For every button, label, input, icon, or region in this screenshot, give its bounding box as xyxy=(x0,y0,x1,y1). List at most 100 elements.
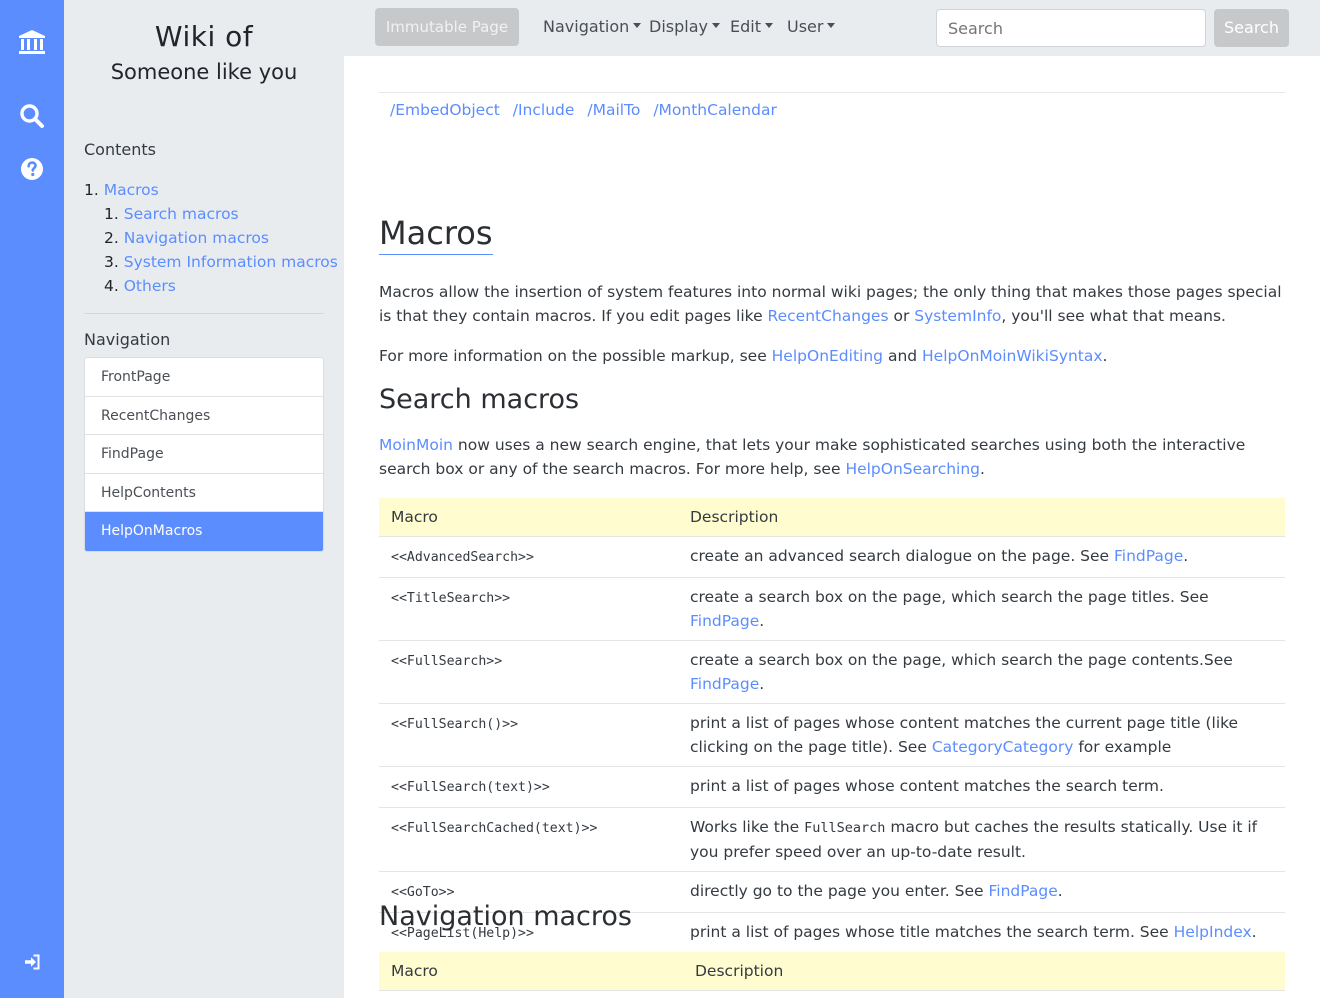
nav-item-frontpage[interactable]: FrontPage xyxy=(85,358,323,397)
section-heading-search-macros: Search macros xyxy=(379,384,580,415)
helponsearching-link[interactable]: HelpOnSearching xyxy=(845,460,980,478)
text: or xyxy=(888,307,915,325)
findpage-link[interactable]: FindPage xyxy=(988,882,1057,900)
toc-number: 3. xyxy=(104,253,119,271)
description-cell: create a search box on the page, which s… xyxy=(678,577,1285,641)
findpage-link[interactable]: FindPage xyxy=(690,675,759,693)
text: create a search box on the page, which s… xyxy=(690,587,1209,606)
findpage-link[interactable]: FindPage xyxy=(1114,547,1183,565)
wiki-title[interactable]: Wiki of xyxy=(64,20,344,53)
search-input[interactable] xyxy=(936,9,1206,47)
divider xyxy=(379,92,1285,93)
categorycategory-link[interactable]: CategoryCategory xyxy=(932,738,1074,756)
subpage-link-mailto[interactable]: /MailTo xyxy=(587,101,640,119)
icon-rail xyxy=(0,0,64,998)
nav-item-findpage[interactable]: FindPage xyxy=(85,435,323,474)
toc-number: 4. xyxy=(104,277,119,295)
wiki-subtitle[interactable]: Someone like you xyxy=(64,60,344,84)
top-navbar: Immutable Page Navigation Display Edit U… xyxy=(344,0,1320,56)
main-content: /EmbedObject /Include /MailTo /MonthCale… xyxy=(344,56,1320,998)
toc-link[interactable]: Navigation macros xyxy=(124,229,269,247)
table-row: <<FullSearch()>> print a list of pages w… xyxy=(379,703,1285,767)
table-row: <<AdvancedSearch>> create an advanced se… xyxy=(379,536,1285,578)
description-cell: create an advanced search dialogue on th… xyxy=(678,536,1285,578)
toc-item-search-macros[interactable]: 1. Search macros xyxy=(84,202,338,226)
navigation-list: FrontPage RecentChanges FindPage HelpCon… xyxy=(84,357,324,552)
text: . xyxy=(1251,922,1257,941)
text: for example xyxy=(1073,737,1172,756)
edit-menu[interactable]: Edit xyxy=(730,17,773,36)
sidebar: Wiki of Someone like you Contents 1. Mac… xyxy=(64,0,344,998)
navigation-macros-table: Macro Description xyxy=(379,952,1285,991)
section-heading-navigation-macros: Navigation macros xyxy=(379,901,632,932)
caret-down-icon xyxy=(711,23,720,28)
macro-cell: <<FullSearch>> xyxy=(379,640,678,704)
text: create an advanced search dialogue on th… xyxy=(690,546,1115,565)
helponediting-link[interactable]: HelpOnEditing xyxy=(772,347,883,365)
search-icon[interactable] xyxy=(16,100,48,132)
moinmoin-link[interactable]: MoinMoin xyxy=(379,436,453,454)
text: . xyxy=(759,611,765,630)
table-row: <<TitleSearch>> create a search box on t… xyxy=(379,577,1285,641)
text: directly go to the page you enter. See xyxy=(690,881,989,900)
subpage-link-embedobject[interactable]: /EmbedObject xyxy=(390,101,500,119)
text: and xyxy=(883,347,923,365)
table-header-row: Macro Description xyxy=(379,498,1285,537)
navigation-menu[interactable]: Navigation xyxy=(543,17,642,36)
table-of-contents: 1. Macros 1. Search macros 2. Navigation… xyxy=(84,178,338,298)
toc-number: 2. xyxy=(104,229,119,247)
text: Works like the xyxy=(690,817,805,836)
nav-item-helponmacros[interactable]: HelpOnMacros xyxy=(85,512,323,551)
description-cell: Works like the FullSearch macro but cach… xyxy=(678,807,1285,872)
column-header-description: Description xyxy=(683,952,1285,991)
recentchanges-link[interactable]: RecentChanges xyxy=(768,307,889,325)
menu-label: Edit xyxy=(730,17,761,36)
bank-icon[interactable] xyxy=(16,26,48,58)
table-row: <<FullSearch>> create a search box on th… xyxy=(379,640,1285,704)
toc-link[interactable]: Others xyxy=(124,277,176,295)
text: . xyxy=(759,674,765,693)
macro-cell: <<TitleSearch>> xyxy=(379,577,678,641)
toc-link[interactable]: Search macros xyxy=(124,205,239,223)
description-cell: create a search box on the page, which s… xyxy=(678,640,1285,704)
subpage-link-monthcalendar[interactable]: /MonthCalendar xyxy=(653,101,777,119)
immutable-page-button: Immutable Page xyxy=(375,8,519,46)
text: . xyxy=(1102,347,1108,365)
text: . xyxy=(1057,881,1063,900)
search-button[interactable]: Search xyxy=(1214,9,1289,47)
login-icon[interactable] xyxy=(16,946,48,978)
toc-item-navigation-macros[interactable]: 2. Navigation macros xyxy=(84,226,338,250)
display-menu[interactable]: Display xyxy=(649,17,720,36)
helponmoinwikisyntax-link[interactable]: HelpOnMoinWikiSyntax xyxy=(922,347,1103,365)
menu-label: Navigation xyxy=(543,17,630,36)
description-cell: directly go to the page you enter. See F… xyxy=(678,871,1285,913)
macro-cell: <<FullSearch()>> xyxy=(379,703,678,767)
nav-item-helpcontents[interactable]: HelpContents xyxy=(85,474,323,513)
macro-cell: <<FullSearchCached(text)>> xyxy=(379,807,678,872)
subpage-links: /EmbedObject /Include /MailTo /MonthCale… xyxy=(390,101,785,119)
text: , you'll see what that means. xyxy=(1001,307,1226,325)
description-cell: print a list of pages whose title matche… xyxy=(678,912,1285,954)
help-icon[interactable] xyxy=(16,153,48,185)
text: now uses a new search engine, that lets … xyxy=(379,436,1246,478)
text: create a search box on the page, which s… xyxy=(690,650,1233,669)
user-menu[interactable]: User xyxy=(787,17,836,36)
description-cell: print a list of pages whose content matc… xyxy=(678,766,1285,808)
menu-label: User xyxy=(787,17,824,36)
nav-item-recentchanges[interactable]: RecentChanges xyxy=(85,397,323,436)
sidebar-divider xyxy=(84,313,324,314)
subpage-link-include[interactable]: /Include xyxy=(513,101,575,119)
toc-number: 1. xyxy=(104,205,119,223)
toc-item-system-information-macros[interactable]: 3. System Information macros xyxy=(84,250,338,274)
toc-link[interactable]: System Information macros xyxy=(124,253,338,271)
findpage-link[interactable]: FindPage xyxy=(690,612,759,630)
macro-cell: <<FullSearch(text)>> xyxy=(379,766,678,808)
helpindex-link[interactable]: HelpIndex xyxy=(1174,923,1252,941)
toc-item-others[interactable]: 4. Others xyxy=(84,274,338,298)
inline-code: FullSearch xyxy=(804,819,886,836)
toc-link[interactable]: Macros xyxy=(104,181,159,199)
description-cell: print a list of pages whose content matc… xyxy=(678,703,1285,767)
toc-item-macros[interactable]: 1. Macros xyxy=(84,178,338,202)
table-row: <<FullSearchCached(text)>> Works like th… xyxy=(379,807,1285,872)
systeminfo-link[interactable]: SystemInfo xyxy=(914,307,1001,325)
